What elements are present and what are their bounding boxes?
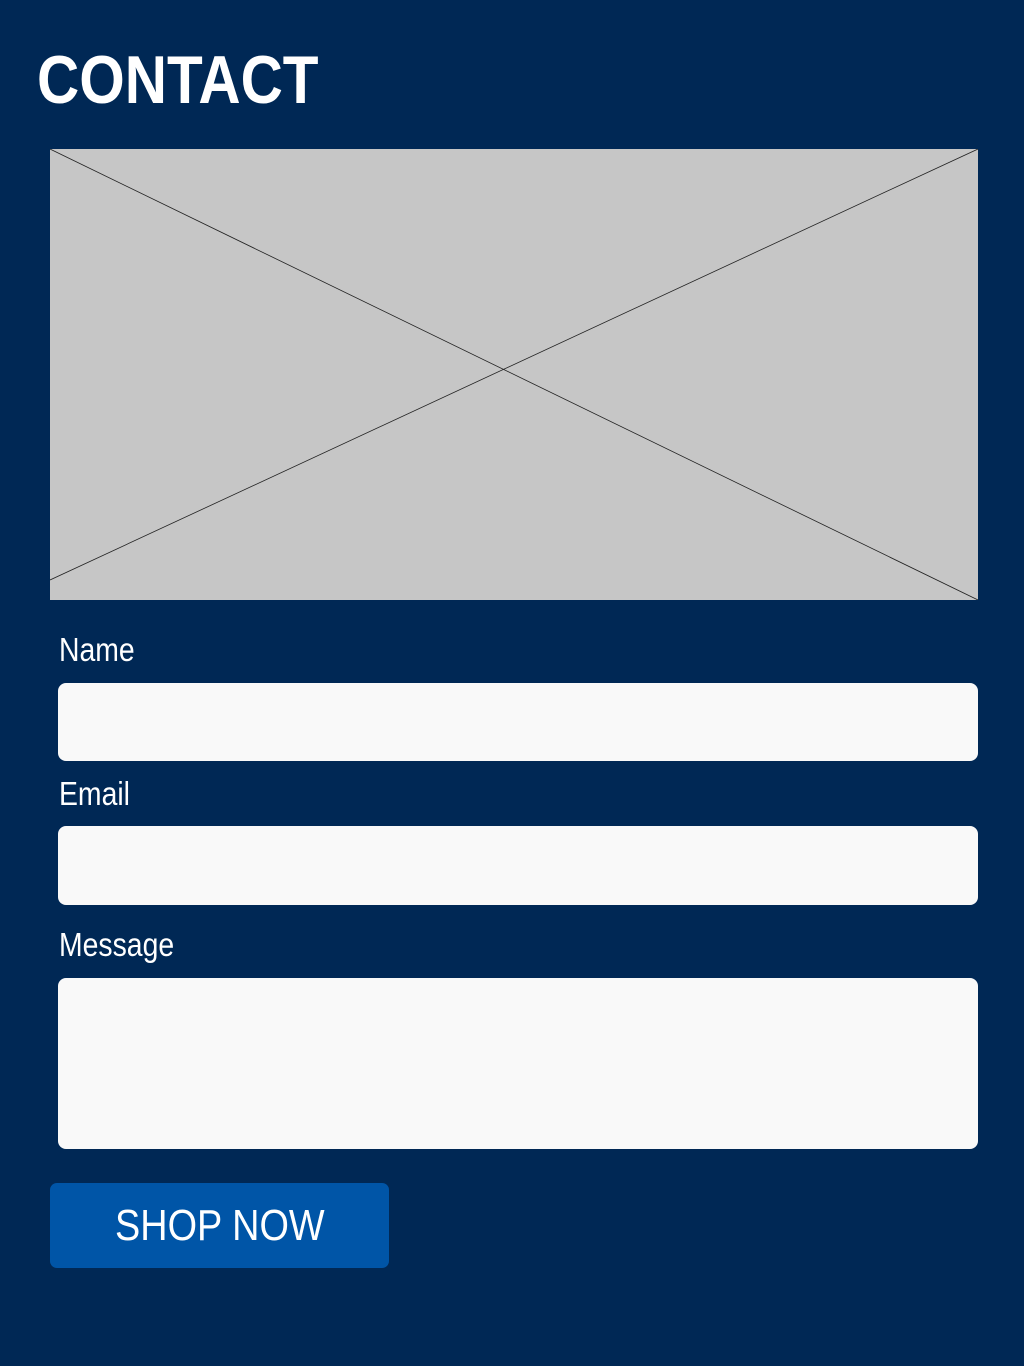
message-label: Message bbox=[59, 926, 175, 963]
name-label: Name bbox=[59, 631, 135, 668]
email-input[interactable] bbox=[58, 826, 978, 905]
image-placeholder-icon bbox=[50, 149, 978, 600]
name-input[interactable] bbox=[58, 683, 978, 761]
page-title: CONTACT bbox=[37, 42, 319, 118]
shop-now-button[interactable]: SHOP NOW bbox=[50, 1183, 389, 1268]
hero-image-placeholder bbox=[50, 149, 978, 600]
message-textarea[interactable] bbox=[58, 978, 978, 1149]
shop-now-button-label: SHOP NOW bbox=[114, 1201, 325, 1250]
email-label: Email bbox=[59, 775, 130, 812]
